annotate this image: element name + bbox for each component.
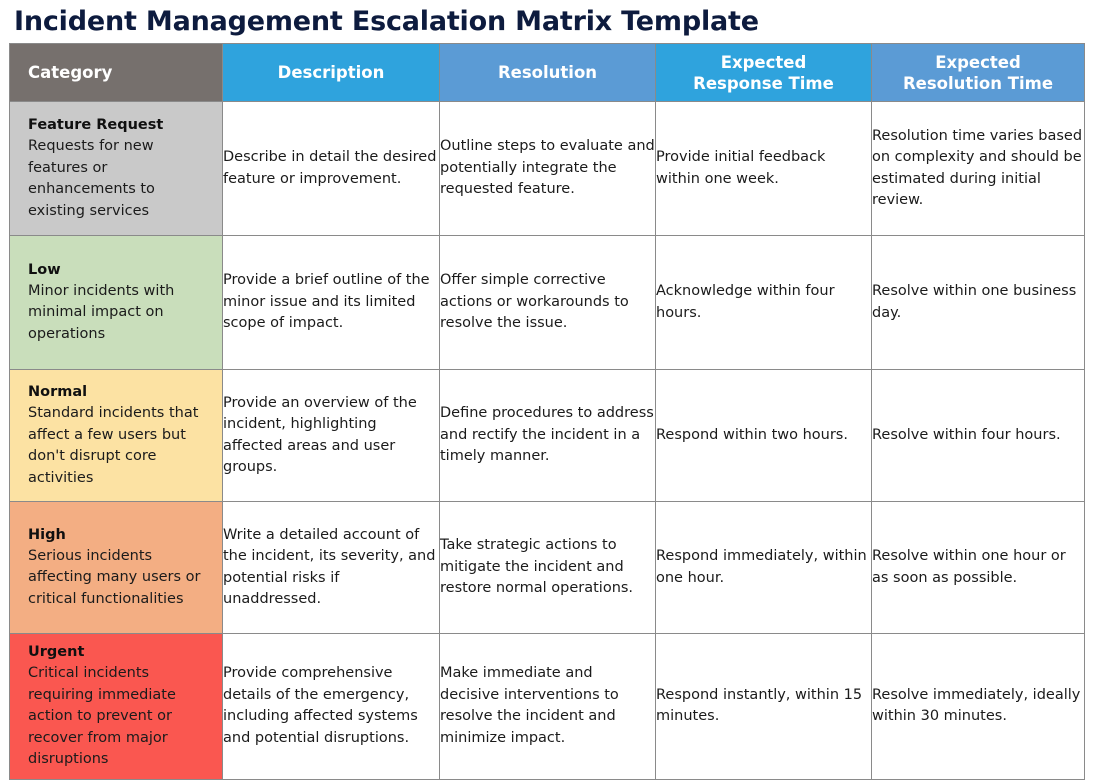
category-description: Requests for new features or enhancement… [28,138,155,219]
cell-expected-resolution-time: Resolve within one hour or as soon as po… [871,501,1085,634]
header-row: Category Description Resolution Expected… [9,43,1085,102]
category-title: Low [28,261,61,278]
table-row-normal: Normal Standard incidents that affect a … [9,369,1085,502]
category-title: Urgent [28,644,85,660]
escalation-matrix-page: Incident Management Escalation Matrix Te… [0,0,1093,780]
cell-category: Normal Standard incidents that affect a … [9,369,223,502]
cell-description: Provide comprehensive details of the eme… [222,633,440,780]
category-description: Serious incidents affecting many users o… [28,547,201,607]
table-body: Feature Request Requests for new feature… [9,101,1085,780]
cell-expected-resolution-time: Resolution time varies based on complexi… [871,101,1085,236]
cell-description: Describe in detail the desired feature o… [222,101,440,236]
column-header-line-1: Expected [935,52,1021,72]
cell-description: Provide a brief outline of the minor iss… [222,235,440,370]
table-row-feature-request: Feature Request Requests for new feature… [9,101,1085,236]
column-header-line-1: Expected [720,52,807,72]
cell-category: High Serious incidents affecting many us… [9,501,223,634]
cell-expected-response-time: Acknowledge within four hours. [655,235,872,370]
cell-expected-resolution-time: Resolve within one business day. [871,235,1085,370]
cell-category: Low Minor incidents with minimal impact … [9,235,223,370]
column-header-category[interactable]: Category [9,43,223,102]
page-title: Incident Management Escalation Matrix Te… [14,6,759,37]
cell-resolution: Outline steps to evaluate and potentiall… [439,101,656,236]
column-header-description[interactable]: Description [222,43,440,102]
cell-expected-response-time: Provide initial feedback within one week… [655,101,872,236]
cell-expected-response-time: Respond instantly, within 15 minutes. [655,633,872,780]
column-header-line-2: Response Time [693,73,834,93]
escalation-matrix-table: Category Description Resolution Expected… [9,43,1085,780]
category-description: Minor incidents with minimal impact on o… [28,282,175,342]
cell-category: Urgent Critical incidents requiring imme… [9,633,223,780]
cell-resolution: Define procedures to address and rectify… [439,369,656,502]
cell-expected-response-time: Respond within two hours. [655,369,872,502]
table-row-high: High Serious incidents affecting many us… [9,501,1085,634]
column-header-expected-resolution-time[interactable]: Expected Resolution Time [871,43,1085,102]
cell-resolution: Take strategic actions to mitigate the i… [439,501,656,634]
category-title: Feature Request [28,117,164,133]
table-row-urgent: Urgent Critical incidents requiring imme… [9,633,1085,780]
column-header-resolution[interactable]: Resolution [439,43,656,102]
cell-description: Provide an overview of the incident, hig… [222,369,440,502]
table-row-low: Low Minor incidents with minimal impact … [9,235,1085,370]
cell-expected-resolution-time: Resolve immediately, ideally within 30 m… [871,633,1085,780]
column-header-expected-response-time[interactable]: Expected Response Time [655,43,872,102]
category-description: Standard incidents that affect a few use… [28,405,199,486]
cell-expected-response-time: Respond immediately, within one hour. [655,501,872,634]
cell-resolution: Make immediate and decisive intervention… [439,633,656,780]
category-title: Normal [28,384,88,400]
category-description: Critical incidents requiring immediate a… [28,665,176,767]
cell-expected-resolution-time: Resolve within four hours. [871,369,1085,502]
cell-description: Write a detailed account of the incident… [222,501,440,634]
cell-resolution: Offer simple corrective actions or worka… [439,235,656,370]
column-header-line-2: Resolution Time [902,73,1054,93]
category-title: High [28,526,66,543]
cell-category: Feature Request Requests for new feature… [9,101,223,236]
table-header: Category Description Resolution Expected… [9,43,1085,102]
